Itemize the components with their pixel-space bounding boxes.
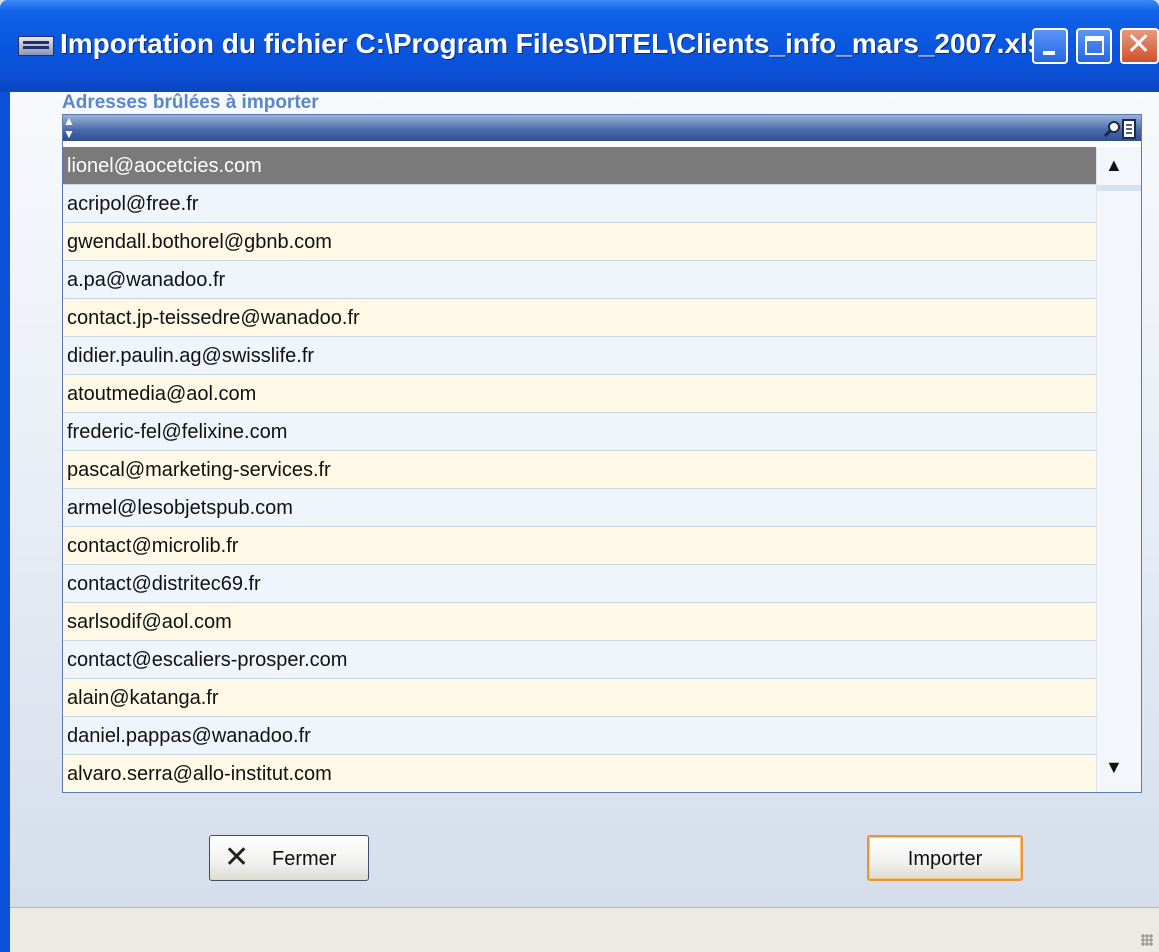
dialog-body: Adresses brûlées à importer ▲ ▼ lionel@ao… bbox=[10, 92, 1159, 952]
list-item[interactable]: a.pa@wanadoo.fr bbox=[63, 261, 1096, 299]
list-item[interactable]: acripol@free.fr bbox=[63, 185, 1096, 223]
list-item[interactable]: contact@microlib.fr bbox=[63, 527, 1096, 565]
import-button[interactable]: Importer bbox=[867, 835, 1023, 881]
resize-grip-icon[interactable] bbox=[1141, 934, 1153, 946]
section-label: Adresses brûlées à importer bbox=[62, 92, 319, 113]
address-list[interactable]: ▲ ▼ lionel@aocetcies.com acripol@free.fr gw… bbox=[62, 114, 1142, 793]
scroll-up-icon[interactable]: ▲ bbox=[1105, 155, 1123, 176]
close-x-icon: ✕ bbox=[224, 840, 250, 875]
close-window-button[interactable]: ✕ bbox=[1120, 27, 1159, 64]
list-item[interactable]: alain@katanga.fr bbox=[63, 679, 1096, 717]
minimize-icon bbox=[1043, 51, 1055, 55]
import-button-label: Importer bbox=[907, 848, 983, 870]
maximize-button[interactable] bbox=[1076, 28, 1112, 64]
list-item[interactable]: contact.jp-teissedre@wanadoo.fr bbox=[63, 299, 1096, 337]
list-item[interactable]: alvaro.serra@allo-institut.com bbox=[63, 755, 1096, 792]
list-item[interactable]: daniel.pappas@wanadoo.fr bbox=[63, 717, 1096, 755]
close-button[interactable]: ✕ Fermer bbox=[209, 835, 369, 881]
app-icon bbox=[18, 36, 54, 56]
list-item[interactable]: gwendall.bothorel@gbnb.com bbox=[63, 223, 1096, 261]
scroll-thumb[interactable] bbox=[1097, 185, 1141, 191]
list-item[interactable]: frederic-fel@felixine.com bbox=[63, 413, 1096, 451]
list-item[interactable]: pascal@marketing-services.fr bbox=[63, 451, 1096, 489]
sort-icon[interactable]: ▲ ▼ bbox=[63, 115, 75, 141]
dialog-window: Importation du fichier C:\Program Files\… bbox=[0, 0, 1159, 952]
status-bar bbox=[10, 907, 1159, 952]
list-item[interactable]: didier.paulin.ag@swisslife.fr bbox=[63, 337, 1096, 375]
list-item[interactable]: lionel@aocetcies.com bbox=[63, 147, 1096, 185]
list-item[interactable]: atoutmedia@aol.com bbox=[63, 375, 1096, 413]
list-rows: lionel@aocetcies.com acripol@free.fr gwend… bbox=[63, 147, 1096, 792]
export-icon[interactable] bbox=[1121, 118, 1137, 140]
list-header: ▲ ▼ bbox=[63, 115, 1141, 141]
list-item[interactable]: contact@escaliers-prosper.com bbox=[63, 641, 1096, 679]
maximize-icon bbox=[1085, 36, 1104, 55]
list-item[interactable]: sarlsodif@aol.com bbox=[63, 603, 1096, 641]
search-icon[interactable] bbox=[1103, 120, 1121, 138]
scroll-down-icon[interactable]: ▼ bbox=[1105, 757, 1123, 778]
list-item[interactable]: armel@lesobjetspub.com bbox=[63, 489, 1096, 527]
close-icon: ✕ bbox=[1126, 27, 1152, 62]
title-bar[interactable]: Importation du fichier C:\Program Files\… bbox=[0, 0, 1159, 92]
minimize-button[interactable] bbox=[1032, 28, 1068, 64]
list-item[interactable]: contact@distritec69.fr bbox=[63, 565, 1096, 603]
vertical-scrollbar[interactable]: ▲ ▼ bbox=[1096, 147, 1141, 792]
close-button-label: Fermer bbox=[272, 848, 337, 870]
window-title: Importation du fichier C:\Program Files\… bbox=[60, 28, 1044, 59]
